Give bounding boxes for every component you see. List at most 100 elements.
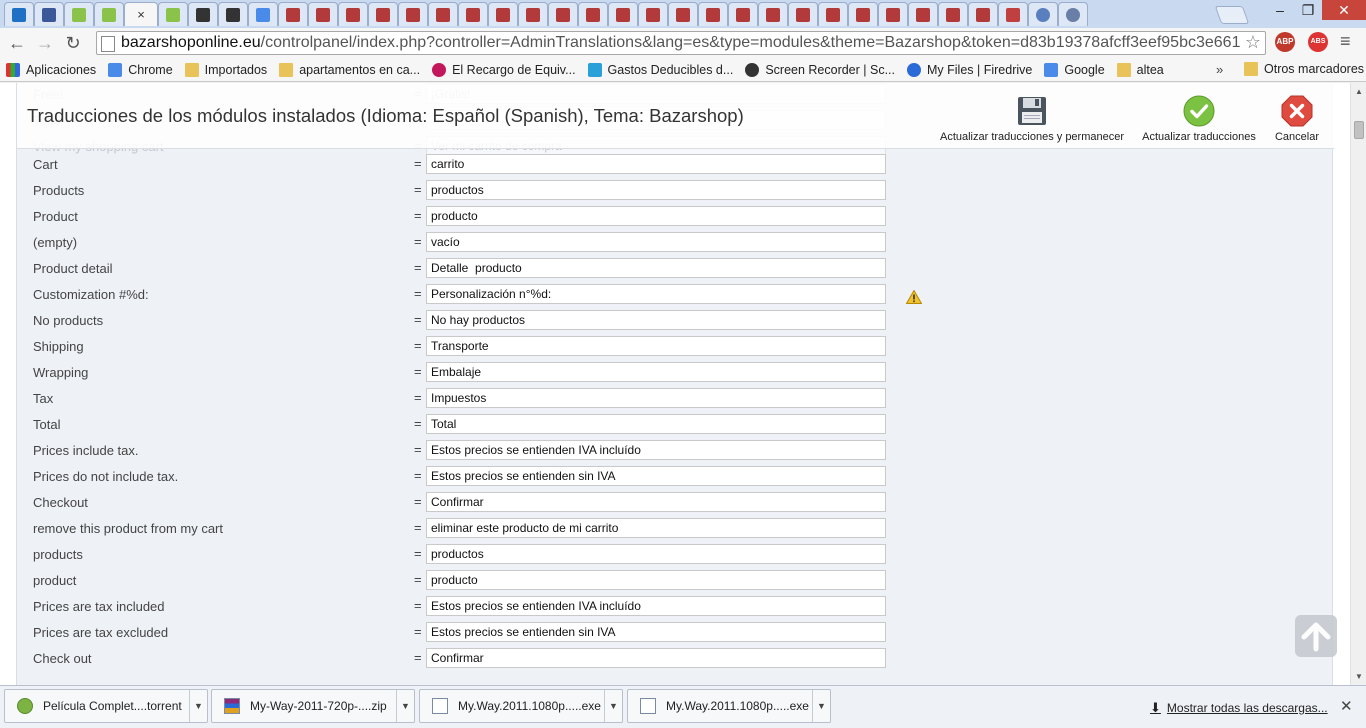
scroll-to-top-button[interactable] — [1295, 615, 1337, 657]
bookmark-item[interactable]: Aplicaciones — [6, 62, 96, 77]
new-tab-button[interactable] — [1214, 6, 1250, 24]
bookmark-item[interactable]: altea — [1116, 62, 1164, 77]
browser-tab[interactable] — [908, 2, 938, 26]
bookmark-item[interactable]: Screen Recorder | Sc... — [745, 62, 895, 77]
translation-input[interactable] — [426, 154, 886, 174]
browser-tab[interactable] — [398, 2, 428, 26]
reload-button[interactable]: ↻ — [62, 32, 84, 54]
scroll-down-arrow-icon[interactable]: ▼ — [1355, 672, 1363, 681]
forward-button[interactable]: → — [34, 32, 56, 54]
update-translations-button[interactable]: Actualizar traducciones — [1137, 95, 1261, 143]
scroll-up-arrow-icon[interactable]: ▲ — [1355, 87, 1363, 96]
translation-input[interactable] — [426, 232, 886, 252]
browser-tab[interactable] — [278, 2, 308, 26]
browser-tab[interactable] — [788, 2, 818, 26]
download-menu-arrow-icon[interactable]: ▼ — [396, 690, 414, 722]
browser-tab[interactable] — [94, 2, 124, 26]
abs-extension-icon[interactable]: ABS — [1308, 32, 1328, 52]
vertical-scrollbar[interactable]: ▲ ▼ — [1350, 83, 1366, 685]
close-downloads-icon[interactable]: ✕ — [1340, 697, 1353, 715]
browser-tab[interactable] — [248, 2, 278, 26]
translation-input[interactable] — [426, 648, 886, 668]
window-close-button[interactable]: ✕ — [1322, 0, 1366, 20]
browser-tab[interactable] — [308, 2, 338, 26]
bookmark-item[interactable]: apartamentos en ca... — [279, 62, 420, 77]
download-item[interactable]: My.Way.2011.1080p.....exe ▼ — [419, 689, 623, 723]
browser-tab[interactable] — [458, 2, 488, 26]
download-item[interactable]: My-Way-2011-720p-....zip ▼ — [211, 689, 415, 723]
translation-input[interactable] — [426, 310, 886, 330]
browser-tab[interactable] — [668, 2, 698, 26]
address-bar[interactable]: bazarshoponline.eu/controlpanel/index.ph… — [96, 31, 1266, 55]
adblock-extension-icon[interactable]: ABP — [1275, 32, 1295, 52]
translation-input[interactable] — [426, 180, 886, 200]
browser-tab[interactable] — [1058, 2, 1088, 26]
browser-tab[interactable] — [338, 2, 368, 26]
cancel-button[interactable]: Cancelar — [1267, 95, 1327, 143]
bookmark-item[interactable]: Importados — [184, 62, 267, 77]
translation-input[interactable] — [426, 258, 886, 278]
browser-tab[interactable] — [188, 2, 218, 26]
translation-input[interactable] — [426, 492, 886, 512]
translation-input[interactable] — [426, 284, 886, 304]
browser-tab[interactable] — [1028, 2, 1058, 26]
minimize-button[interactable]: – — [1266, 0, 1294, 20]
translation-input[interactable] — [426, 362, 886, 382]
browser-tab[interactable] — [428, 2, 458, 26]
translation-input[interactable] — [426, 414, 886, 434]
url-text[interactable]: bazarshoponline.eu/controlpanel/index.ph… — [121, 34, 1241, 52]
translation-input[interactable] — [426, 622, 886, 642]
translation-input[interactable] — [426, 544, 886, 564]
other-bookmarks[interactable]: Otros marcadores — [1244, 62, 1364, 76]
bookmark-star-icon[interactable]: ☆ — [1245, 32, 1261, 53]
download-menu-arrow-icon[interactable]: ▼ — [604, 690, 622, 722]
translation-input[interactable] — [426, 518, 886, 538]
update-and-stay-button[interactable]: Actualizar traducciones y permanecer — [937, 95, 1127, 143]
browser-tab[interactable] — [938, 2, 968, 26]
scrollbar-thumb[interactable] — [1354, 121, 1364, 139]
browser-tab[interactable] — [608, 2, 638, 26]
bookmark-item[interactable]: Google — [1044, 62, 1105, 77]
browser-tab[interactable] — [848, 2, 878, 26]
browser-tab[interactable] — [578, 2, 608, 26]
restore-button[interactable]: ❐ — [1294, 0, 1322, 20]
browser-tab[interactable] — [64, 2, 94, 26]
browser-tab[interactable] — [488, 2, 518, 26]
bookmark-item[interactable]: My Files | Firedrive — [907, 62, 1032, 77]
browser-tab[interactable] — [518, 2, 548, 26]
browser-menu-icon[interactable]: ≡ — [1340, 32, 1358, 52]
browser-tab[interactable] — [548, 2, 578, 26]
download-menu-arrow-icon[interactable]: ▼ — [189, 690, 207, 722]
back-button[interactable]: ← — [6, 32, 28, 54]
browser-tab[interactable] — [968, 2, 998, 26]
translation-input[interactable] — [426, 440, 886, 460]
translation-input[interactable] — [426, 206, 886, 226]
browser-tab[interactable]: × — [124, 2, 158, 26]
translation-input[interactable] — [426, 570, 886, 590]
browser-tab[interactable] — [638, 2, 668, 26]
bookmarks-more-button[interactable]: » — [1216, 62, 1223, 77]
browser-tab[interactable] — [758, 2, 788, 26]
browser-tab[interactable] — [218, 2, 248, 26]
browser-tab[interactable] — [368, 2, 398, 26]
browser-tab[interactable] — [34, 2, 64, 26]
translation-input[interactable] — [426, 388, 886, 408]
translation-input[interactable] — [426, 596, 886, 616]
bookmark-item[interactable]: Chrome — [108, 62, 173, 77]
translation-input[interactable] — [426, 336, 886, 356]
show-all-downloads-link[interactable]: ⬇ Mostrar todas las descargas... — [1150, 700, 1328, 716]
tab-close-icon[interactable]: × — [137, 7, 145, 22]
browser-tab[interactable] — [878, 2, 908, 26]
browser-tab[interactable] — [998, 2, 1028, 26]
browser-tab[interactable] — [158, 2, 188, 26]
download-item[interactable]: Película Complet....torrent ▼ — [4, 689, 208, 723]
browser-tab[interactable] — [818, 2, 848, 26]
translation-input[interactable] — [426, 466, 886, 486]
bookmark-item[interactable]: El Recargo de Equiv... — [432, 62, 576, 77]
download-item[interactable]: My.Way.2011.1080p.....exe ▼ — [627, 689, 831, 723]
browser-tab[interactable] — [698, 2, 728, 26]
browser-tab[interactable] — [4, 2, 34, 26]
download-menu-arrow-icon[interactable]: ▼ — [812, 690, 830, 722]
bookmark-item[interactable]: Gastos Deducibles d... — [587, 62, 733, 77]
browser-tab[interactable] — [728, 2, 758, 26]
